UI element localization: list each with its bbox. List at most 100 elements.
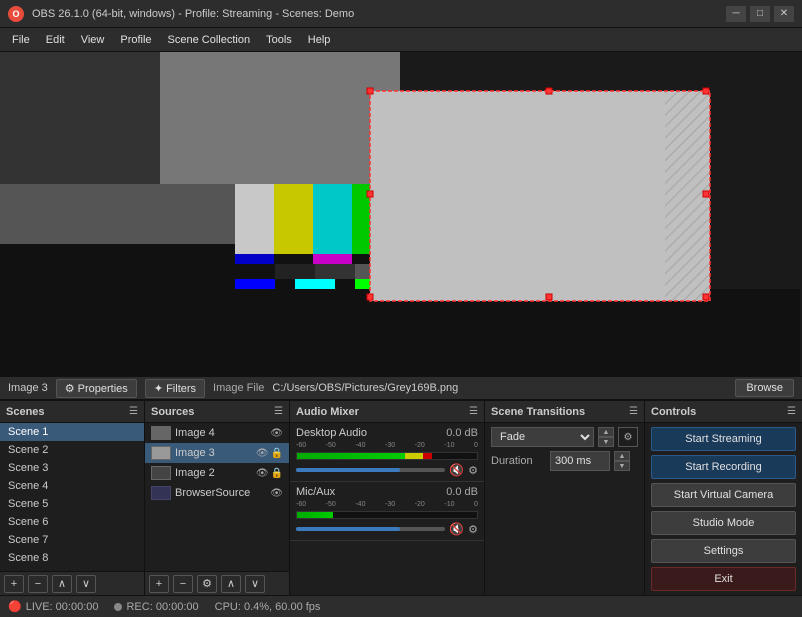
rec-status: REC: 00:00:00 [114, 601, 198, 613]
start-recording-button[interactable]: Start Recording [651, 455, 796, 479]
scene-item-3[interactable]: Scene 3 [0, 459, 144, 477]
remove-scene-button[interactable]: − [28, 575, 48, 593]
controls-panel: Controls ☰ Start Streaming Start Recordi… [645, 401, 802, 595]
browse-button[interactable]: Browse [735, 379, 794, 397]
transitions-panel-menu[interactable]: ☰ [629, 406, 638, 417]
mic-aux-channel: Mic/Aux 0.0 dB -60-50-40-30-20-100 🔇 ⚙ [290, 482, 484, 541]
duration-down[interactable]: ▼ [614, 461, 630, 471]
desktop-audio-yellow [405, 453, 423, 459]
rec-dot [114, 603, 122, 611]
source-thumb-browser [151, 486, 171, 500]
sources-panel: Sources ☰ Image 4 👁 Image 3 👁 🔒 [145, 401, 290, 595]
live-status: 🔴 LIVE: 00:00:00 [8, 600, 98, 613]
menu-tools[interactable]: Tools [258, 32, 300, 48]
filters-button[interactable]: ✦ Filters [145, 379, 205, 398]
audio-mixer-panel: Audio Mixer ☰ Desktop Audio 0.0 dB -60-5… [290, 401, 485, 595]
app-icon: O [8, 6, 24, 22]
controls-panel-menu[interactable]: ☰ [787, 406, 796, 417]
source-visibility-browser[interactable]: 👁 [270, 488, 283, 499]
properties-button[interactable]: ⚙ Properties [56, 379, 137, 398]
transition-gear-button[interactable]: ⚙ [618, 427, 638, 447]
duration-up[interactable]: ▲ [614, 451, 630, 461]
scenes-panel-menu[interactable]: ☰ [129, 406, 138, 417]
source-visibility-image3[interactable]: 👁 [256, 448, 269, 459]
start-streaming-button[interactable]: Start Streaming [651, 427, 796, 451]
mic-aux-slider[interactable] [296, 527, 445, 531]
settings-button[interactable]: Settings [651, 539, 796, 563]
duration-row: Duration ▲ ▼ [491, 451, 638, 471]
mic-aux-db: 0.0 dB [446, 486, 478, 498]
menu-scene-collection[interactable]: Scene Collection [160, 32, 259, 48]
duration-spin: ▲ ▼ [614, 451, 630, 471]
mic-aux-label: Mic/Aux [296, 486, 335, 498]
status-bar: 🔴 LIVE: 00:00:00 REC: 00:00:00 CPU: 0.4%… [0, 595, 802, 617]
controls-panel-header: Controls ☰ [645, 401, 802, 423]
add-scene-button[interactable]: + [4, 575, 24, 593]
scene-item-2[interactable]: Scene 2 [0, 441, 144, 459]
exit-button[interactable]: Exit [651, 567, 796, 591]
audio-mixer-title: Audio Mixer [296, 406, 359, 418]
scene-item-1[interactable]: Scene 1 [0, 423, 144, 441]
sources-list: Image 4 👁 Image 3 👁 🔒 Image 2 👁 🔒 [145, 423, 289, 571]
add-source-button[interactable]: + [149, 575, 169, 593]
transition-down[interactable]: ▼ [598, 437, 614, 447]
scene-item-6[interactable]: Scene 6 [0, 513, 144, 531]
transitions-content: Fade Cut Swipe Slide Stinger Luma Wipe ▲… [485, 423, 644, 479]
menu-help[interactable]: Help [300, 32, 339, 48]
desktop-audio-meter [296, 452, 478, 460]
source-lock-image3[interactable]: 🔒 [271, 448, 283, 459]
scenes-panel: Scenes ☰ Scene 1 Scene 2 Scene 3 Scene 4… [0, 401, 145, 595]
desktop-audio-mute[interactable]: 🔇 [449, 463, 464, 477]
sources-panel-menu[interactable]: ☰ [274, 406, 283, 417]
source-item-image2[interactable]: Image 2 👁 🔒 [145, 463, 289, 483]
source-name-image4: Image 4 [175, 427, 266, 439]
source-item-image4[interactable]: Image 4 👁 [145, 423, 289, 443]
transition-up[interactable]: ▲ [598, 427, 614, 437]
mic-aux-settings[interactable]: ⚙ [468, 523, 478, 536]
sources-panel-title: Sources [151, 406, 194, 418]
desktop-audio-settings[interactable]: ⚙ [468, 464, 478, 477]
image-path: C:/Users/OBS/Pictures/Grey169B.png [272, 382, 727, 394]
scene-item-8[interactable]: Scene 8 [0, 549, 144, 567]
audio-mixer-menu[interactable]: ☰ [469, 406, 478, 417]
mic-aux-controls: 🔇 ⚙ [296, 522, 478, 536]
start-virtual-camera-button[interactable]: Start Virtual Camera [651, 483, 796, 507]
menu-view[interactable]: View [73, 32, 113, 48]
minimize-button[interactable]: ─ [726, 6, 746, 22]
transition-type-select[interactable]: Fade Cut Swipe Slide Stinger Luma Wipe [491, 427, 594, 447]
cpu-text: CPU: 0.4%, 60.00 fps [215, 601, 321, 613]
scene-item-7[interactable]: Scene 7 [0, 531, 144, 549]
window-controls: ─ □ ✕ [726, 6, 794, 22]
move-scene-down-button[interactable]: ∨ [76, 575, 96, 593]
duration-label: Duration [491, 455, 546, 467]
menu-edit[interactable]: Edit [38, 32, 73, 48]
duration-input[interactable] [550, 451, 610, 471]
remove-source-button[interactable]: − [173, 575, 193, 593]
desktop-audio-slider[interactable] [296, 468, 445, 472]
scene-item-4[interactable]: Scene 4 [0, 477, 144, 495]
move-source-down-button[interactable]: ∨ [245, 575, 265, 593]
move-source-up-button[interactable]: ∧ [221, 575, 241, 593]
source-visibility-image4[interactable]: 👁 [270, 428, 283, 439]
mic-aux-meter-labels: -60-50-40-30-20-100 [296, 501, 478, 508]
bottom-toolbar: Image 3 ⚙ Properties ✦ Filters Image Fil… [0, 376, 802, 400]
rec-text: REC: 00:00:00 [126, 601, 198, 613]
mic-aux-mute[interactable]: 🔇 [449, 522, 464, 536]
menu-file[interactable]: File [4, 32, 38, 48]
source-item-image3[interactable]: Image 3 👁 🔒 [145, 443, 289, 463]
source-settings-button[interactable]: ⚙ [197, 575, 217, 593]
source-item-browser[interactable]: BrowserSource 👁 [145, 483, 289, 503]
live-icon: 🔴 [8, 600, 22, 613]
close-button[interactable]: ✕ [774, 6, 794, 22]
desktop-audio-label: Desktop Audio [296, 427, 367, 439]
desktop-audio-controls: 🔇 ⚙ [296, 463, 478, 477]
mic-aux-meter-bar [297, 512, 477, 518]
source-lock-image2[interactable]: 🔒 [271, 468, 283, 479]
studio-mode-button[interactable]: Studio Mode [651, 511, 796, 535]
scene-item-5[interactable]: Scene 5 [0, 495, 144, 513]
source-visibility-image2[interactable]: 👁 [256, 468, 269, 479]
current-source-label: Image 3 [8, 382, 48, 394]
move-scene-up-button[interactable]: ∧ [52, 575, 72, 593]
maximize-button[interactable]: □ [750, 6, 770, 22]
menu-profile[interactable]: Profile [112, 32, 159, 48]
